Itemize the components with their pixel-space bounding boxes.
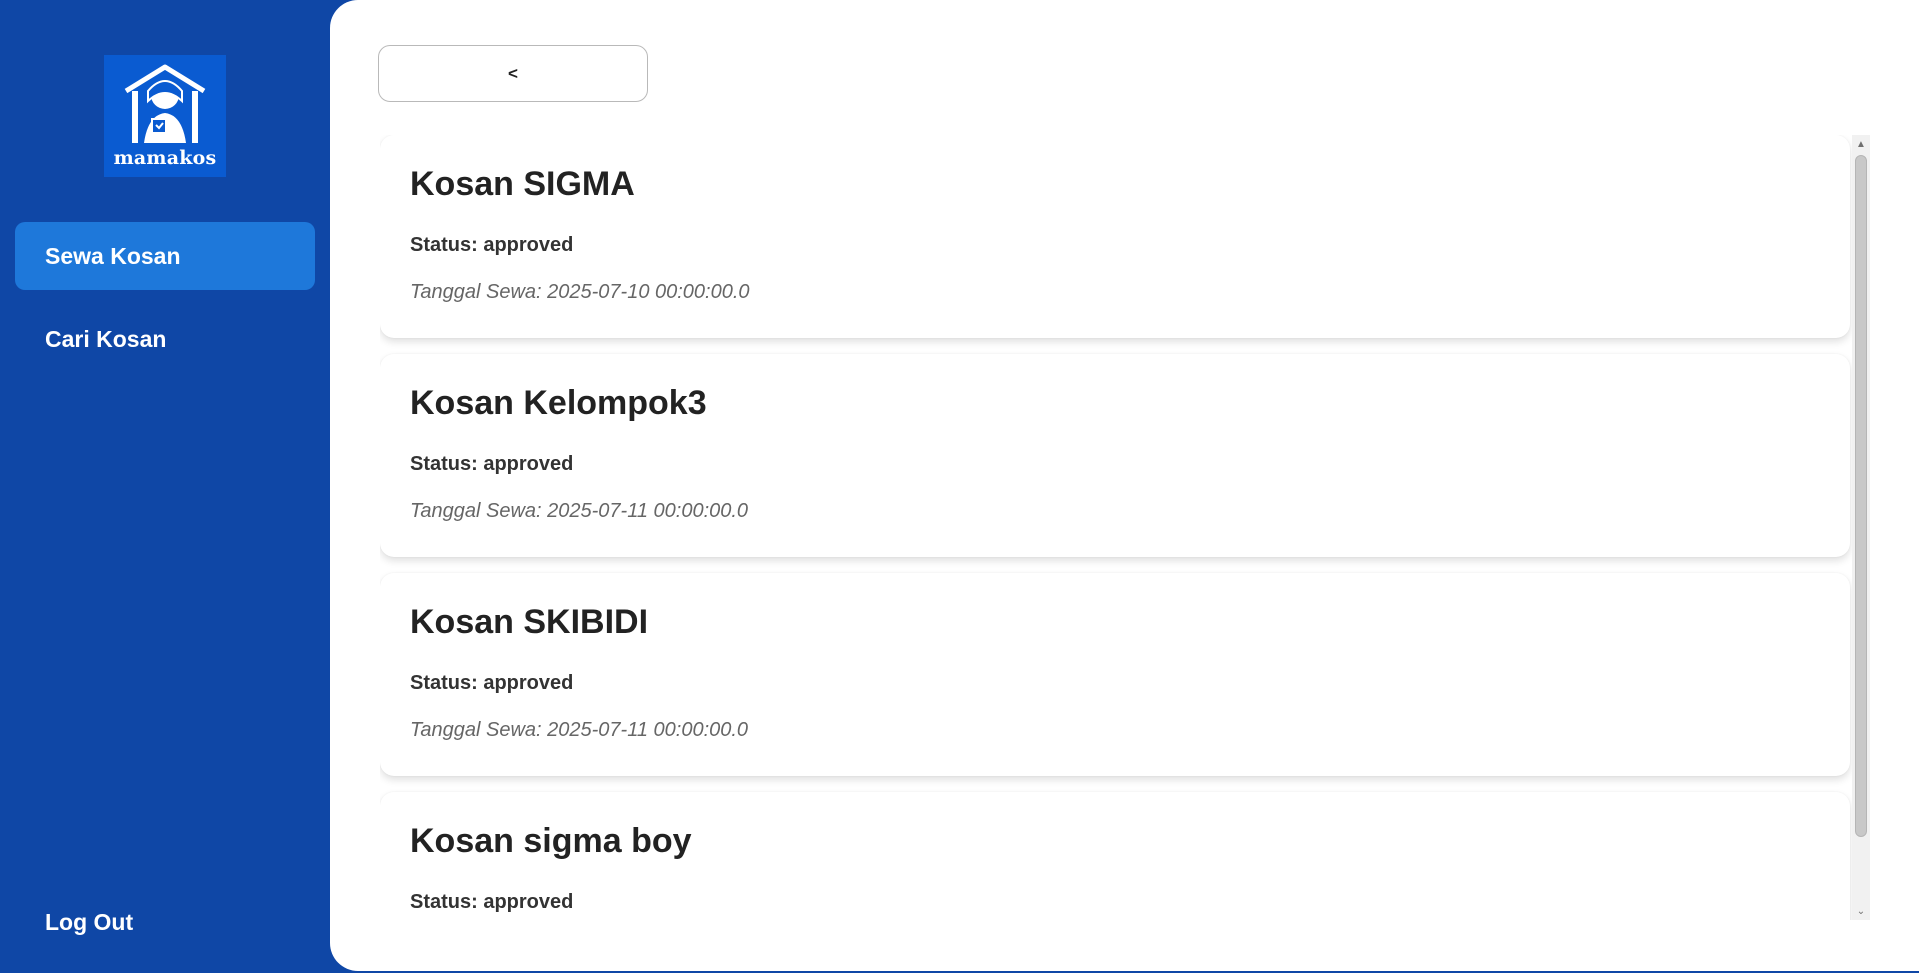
booking-list[interactable]: Kosan SIGMA Status: approved Tanggal Sew… (380, 135, 1870, 920)
booking-status: Status: approved (410, 234, 574, 256)
sidebar-item-label: Sewa Kosan (45, 242, 181, 269)
booking-title: Kosan Kelompok3 (410, 384, 707, 422)
booking-status: Status: approved (410, 672, 574, 694)
chevron-up-icon[interactable]: ▲ (1852, 135, 1870, 153)
booking-card[interactable]: Kosan sigma boy Status: approved (380, 792, 1850, 920)
booking-date: Tanggal Sewa: 2025-07-11 00:00:00.0 (410, 500, 749, 522)
booking-status: Status: approved (410, 453, 574, 475)
booking-title: Kosan SIGMA (410, 165, 635, 203)
back-button-label: < (508, 63, 518, 83)
sidebar-item-sewa-kosan[interactable]: Sewa Kosan (15, 222, 315, 290)
logo-text: mamakos (113, 147, 217, 169)
list-scrollbar[interactable]: ▲ ⌄ (1852, 135, 1870, 920)
booking-date: Tanggal Sewa: 2025-07-11 00:00:00.0 (410, 719, 749, 741)
sidebar-item-label: Cari Kosan (45, 325, 167, 352)
booking-card[interactable]: Kosan SIGMA Status: approved Tanggal Sew… (380, 135, 1850, 338)
chevron-down-icon[interactable]: ⌄ (1852, 902, 1870, 920)
logout-label: Log Out (45, 908, 134, 935)
sidebar: mamakos Sewa Kosan Cari Kosan Log Out (0, 0, 330, 973)
booking-title: Kosan SKIBIDI (410, 603, 649, 641)
mamakos-logo[interactable]: mamakos (104, 55, 226, 177)
logout-button[interactable]: Log Out (15, 888, 315, 956)
booking-date: Tanggal Sewa: 2025-07-10 00:00:00.0 (410, 281, 750, 303)
scroll-thumb[interactable] (1855, 155, 1867, 837)
logo-illustration-icon (124, 64, 206, 143)
main-content: < Kosan SIGMA Status: approved Tanggal S… (330, 0, 1919, 971)
booking-card[interactable]: Kosan SKIBIDI Status: approved Tanggal S… (380, 573, 1850, 776)
booking-status: Status: approved (410, 891, 574, 913)
sidebar-item-cari-kosan[interactable]: Cari Kosan (15, 305, 315, 373)
booking-title: Kosan sigma boy (410, 822, 692, 860)
back-button[interactable]: < (378, 45, 648, 102)
booking-card[interactable]: Kosan Kelompok3 Status: approved Tanggal… (380, 354, 1850, 557)
